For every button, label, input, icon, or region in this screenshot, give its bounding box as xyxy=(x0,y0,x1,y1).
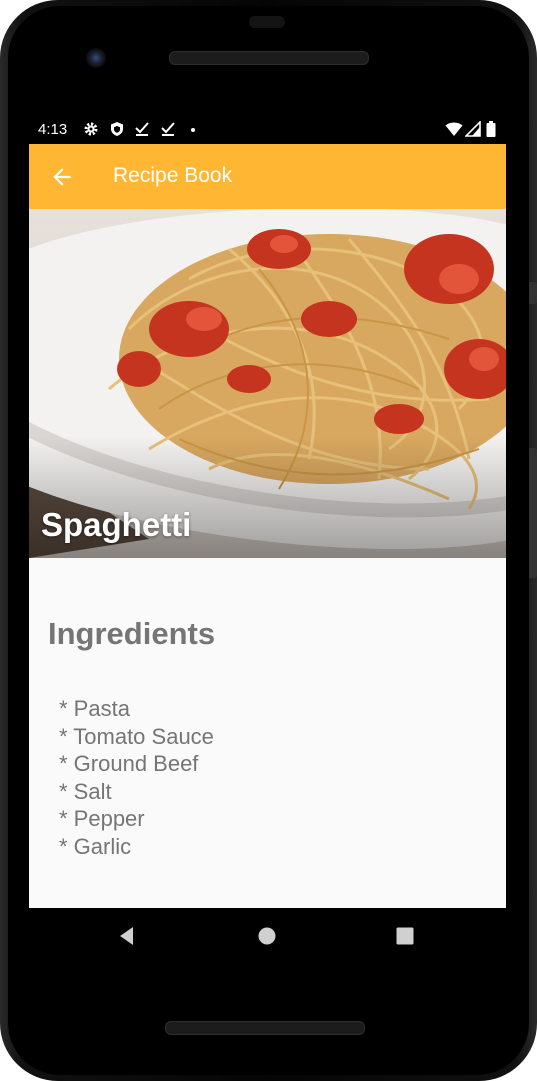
settings-icon xyxy=(84,122,98,136)
ingredients-list: * Pasta * Tomato Sauce * Ground Beef * S… xyxy=(59,695,214,860)
recipe-image: Spaghetti xyxy=(29,209,506,558)
list-item: * Tomato Sauce xyxy=(59,723,214,749)
status-time: 4:13 xyxy=(38,121,68,138)
list-item: * Pasta xyxy=(59,696,130,721)
bottom-speaker xyxy=(165,1021,365,1035)
download-done-icon xyxy=(161,122,175,136)
list-item: * Pepper xyxy=(59,806,145,831)
ingredients-heading: Ingredients xyxy=(48,616,216,651)
list-item: * Garlic xyxy=(59,833,132,859)
status-bar: 4:13 xyxy=(29,115,506,144)
back-triangle-icon[interactable] xyxy=(116,924,140,948)
earpiece-speaker xyxy=(169,51,369,65)
dot-icon xyxy=(191,128,195,132)
home-circle-icon[interactable] xyxy=(255,924,279,948)
front-camera xyxy=(86,48,106,68)
recipe-name: Spaghetti xyxy=(41,506,192,543)
list-item: * Salt xyxy=(59,778,112,804)
recipe-content: Ingredients * Pasta * Tomato Sauce * Gro… xyxy=(29,558,506,908)
navigation-bar xyxy=(29,908,506,964)
proximity-sensor xyxy=(249,16,285,28)
volume-button xyxy=(529,448,537,578)
signal-icon xyxy=(465,121,481,137)
recents-square-icon[interactable] xyxy=(393,924,417,948)
app-bar: Recipe Book xyxy=(29,144,506,209)
download-done-icon xyxy=(135,122,149,136)
shield-icon xyxy=(111,122,123,136)
app-title: Recipe Book xyxy=(113,164,233,187)
wifi-icon xyxy=(445,122,463,136)
list-item: * Ground Beef xyxy=(59,751,199,776)
battery-icon xyxy=(486,121,496,137)
arrow-back-icon[interactable] xyxy=(49,164,75,190)
side-button-top xyxy=(529,282,537,304)
